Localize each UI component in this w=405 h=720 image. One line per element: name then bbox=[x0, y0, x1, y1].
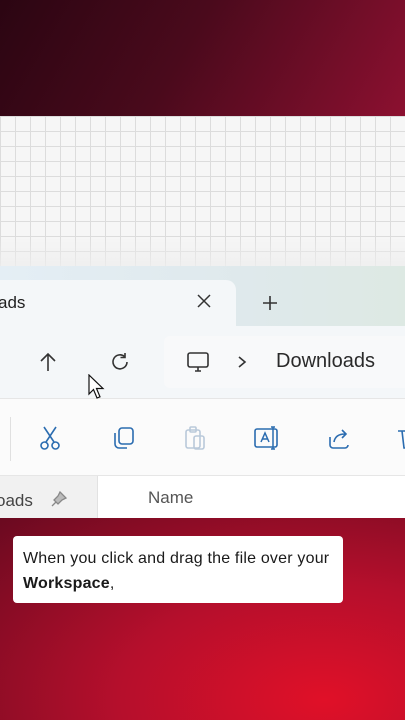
close-icon[interactable] bbox=[192, 289, 216, 313]
chevron-right-icon[interactable] bbox=[226, 346, 258, 378]
column-header-name[interactable]: Name bbox=[148, 488, 193, 508]
monitor-icon bbox=[182, 346, 214, 378]
plus-icon[interactable] bbox=[258, 291, 282, 315]
caption-text: When you click and drag the file over yo… bbox=[23, 550, 330, 567]
refresh-icon[interactable] bbox=[104, 346, 136, 378]
navigation-bar: Downloads bbox=[0, 326, 405, 398]
share-icon[interactable] bbox=[324, 423, 354, 453]
pin-icon[interactable] bbox=[50, 490, 68, 508]
delete-icon[interactable] bbox=[393, 423, 405, 453]
background-top bbox=[0, 0, 405, 116]
arrow-up-icon[interactable] bbox=[32, 346, 64, 378]
cut-icon[interactable] bbox=[35, 423, 65, 453]
paste-icon[interactable] bbox=[180, 423, 210, 453]
tab-downloads[interactable]: ads bbox=[0, 280, 236, 326]
caption-bold-workspace: Workspace bbox=[23, 575, 110, 592]
command-toolbar bbox=[0, 398, 405, 476]
tab-label: ads bbox=[0, 293, 26, 312]
quick-access-label: oads bbox=[0, 491, 33, 510]
toolbar-separator bbox=[10, 417, 11, 461]
address-bar[interactable]: Downloads bbox=[164, 336, 405, 388]
mouse-pointer-icon bbox=[88, 374, 106, 400]
quick-access-item[interactable]: oads bbox=[0, 476, 98, 518]
rename-icon[interactable] bbox=[252, 423, 282, 453]
caption-box: When you click and drag the file over yo… bbox=[13, 536, 343, 603]
content-header-row: oads Name bbox=[0, 476, 405, 518]
tab-strip: ads bbox=[0, 266, 405, 326]
caption-text-end: , bbox=[109, 575, 115, 592]
location-label[interactable]: Downloads bbox=[276, 350, 375, 373]
copy-icon[interactable] bbox=[108, 423, 138, 453]
file-explorer-window: ads Downloads oads Name bbox=[0, 266, 405, 518]
